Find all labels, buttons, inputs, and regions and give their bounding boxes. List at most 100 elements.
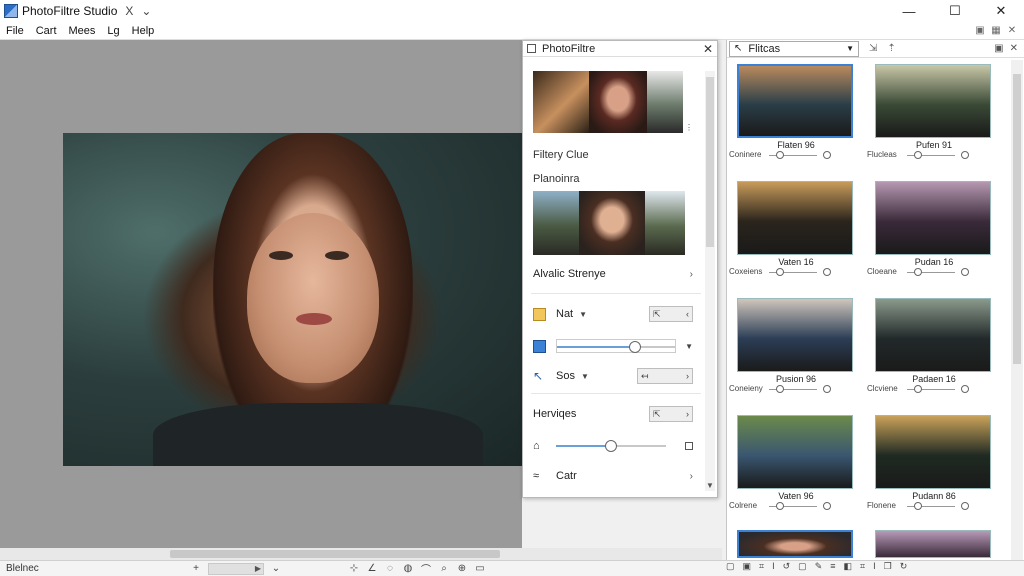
maximize-button[interactable]: ☐ xyxy=(932,0,978,22)
filter-preview[interactable] xyxy=(875,64,991,138)
herviqes-stepper[interactable]: ⇱ › xyxy=(649,406,693,422)
crop-icon[interactable]: ⌗ xyxy=(759,561,764,572)
nat-stepper[interactable]: ⇱ ‹ xyxy=(649,306,693,322)
filter-preview[interactable] xyxy=(875,415,991,489)
filter-control[interactable]: Flonene xyxy=(865,501,1003,510)
list-icon[interactable]: ≡ xyxy=(830,561,835,572)
preset-thumb-1[interactable] xyxy=(533,71,589,133)
preset-thumbnails-bottom[interactable] xyxy=(533,191,685,255)
filter-slider[interactable] xyxy=(769,501,817,510)
reset-icon[interactable] xyxy=(961,501,969,510)
filter-tile[interactable]: Pufen 91 Flucleas xyxy=(865,64,1003,159)
portrait-photo[interactable] xyxy=(63,133,522,466)
crosshair-icon[interactable]: + xyxy=(190,563,202,575)
lasso-icon[interactable]: ◌ xyxy=(384,563,396,575)
filter-preview[interactable] xyxy=(737,64,853,138)
reset-icon[interactable] xyxy=(961,150,969,159)
preset-thumb-3[interactable] xyxy=(647,71,683,133)
preset-thumb-6[interactable] xyxy=(645,191,685,255)
preset-thumbnails-top[interactable] xyxy=(533,71,683,133)
filter-tile[interactable]: Pusion 96 Coneieny xyxy=(727,298,865,393)
close-doc-icon[interactable]: ✕ xyxy=(1006,25,1018,37)
mask-icon[interactable]: ◧ xyxy=(844,561,853,572)
chevron-down-icon[interactable]: ⌄ xyxy=(141,4,151,18)
menu-cart[interactable]: Cart xyxy=(30,25,63,37)
panel-vertical-scrollbar[interactable]: ▼ xyxy=(705,71,715,491)
pin-icon[interactable]: ⇲ xyxy=(869,43,877,54)
filter-preview[interactable] xyxy=(737,181,853,255)
filter-tile[interactable]: Padaen 16 Clcviene xyxy=(865,298,1003,393)
stamp-icon[interactable]: ◍ xyxy=(402,563,414,575)
slider-knob[interactable] xyxy=(776,384,785,393)
close-button[interactable]: ✕ xyxy=(978,0,1024,22)
slider-knob[interactable] xyxy=(628,341,641,353)
filter-slider[interactable] xyxy=(907,150,955,159)
filter-slider[interactable] xyxy=(769,150,817,159)
drop-icon[interactable]: ⌒ xyxy=(420,563,432,576)
search-icon[interactable]: ⌕ xyxy=(438,563,450,575)
image-icon[interactable]: ▣ xyxy=(743,561,752,572)
dropdown-arrow-icon[interactable]: ▼ xyxy=(579,310,587,319)
square-icon[interactable]: ▢ xyxy=(798,561,807,572)
row-herviqes[interactable]: Herviqes ⇱ › xyxy=(533,405,693,423)
preset-thumb-5[interactable] xyxy=(579,191,645,255)
more-icon[interactable]: ⋮ xyxy=(685,123,693,132)
move-icon[interactable]: ⊹ xyxy=(348,563,360,575)
row-slider-1[interactable]: ▼ xyxy=(533,337,693,355)
filters-vertical-scrollbar[interactable] xyxy=(1011,60,1023,560)
reset-icon[interactable] xyxy=(823,267,831,276)
canvas-area[interactable] xyxy=(0,40,522,548)
text-icon[interactable]: I xyxy=(772,561,775,572)
scroll-down-icon[interactable]: ▼ xyxy=(705,481,715,490)
undo-icon[interactable]: ↺ xyxy=(783,561,791,572)
row-alvalic-strenye[interactable]: Alvalic Strenye › xyxy=(533,265,693,283)
refresh-icon[interactable]: ↻ xyxy=(900,561,908,572)
filter-control[interactable]: Colrene xyxy=(727,501,865,510)
crop-icon[interactable]: ⌗ xyxy=(860,561,865,572)
minimize-button[interactable]: — xyxy=(886,0,932,22)
menu-lg[interactable]: Lg xyxy=(101,25,125,37)
filter-tile[interactable]: Flaten 96 Coninere xyxy=(727,64,865,159)
panel-close-icon[interactable]: ✕ xyxy=(703,42,713,56)
scrollbar-thumb[interactable] xyxy=(1013,74,1021,364)
filter-control[interactable]: Coneieny xyxy=(727,384,865,393)
filter-preview[interactable] xyxy=(737,415,853,489)
slider-1[interactable] xyxy=(556,339,676,353)
menu-mees[interactable]: Mees xyxy=(63,25,102,37)
canvas-horizontal-scrollbar[interactable] xyxy=(0,548,722,560)
chevron-down-icon[interactable]: ⌄ xyxy=(270,563,282,575)
reset-icon[interactable] xyxy=(961,267,969,276)
menu-file[interactable]: File xyxy=(0,25,30,37)
scrollbar-thumb[interactable] xyxy=(706,77,714,247)
filter-tile-partial[interactable] xyxy=(875,530,991,558)
filter-control[interactable]: Coxeiens xyxy=(727,267,865,276)
color-swatch-icon[interactable] xyxy=(533,307,546,321)
filter-control[interactable]: Cloeane xyxy=(865,267,1003,276)
filter-slider[interactable] xyxy=(907,501,955,510)
line-icon[interactable]: ∠ xyxy=(366,563,378,575)
slider-knob[interactable] xyxy=(776,267,785,276)
row-sos[interactable]: ↖ Sos ▼ ↤ › xyxy=(533,367,693,385)
square-icon[interactable] xyxy=(685,442,693,450)
filters-combo[interactable]: ↖ Flitcas ▼ xyxy=(729,40,859,57)
filter-slider[interactable] xyxy=(907,267,955,276)
slider-knob[interactable] xyxy=(914,501,923,510)
dropdown-arrow-icon[interactable]: ▼ xyxy=(581,372,589,381)
copy-icon[interactable]: ❐ xyxy=(884,561,892,572)
row-slider-2[interactable]: ⌂ xyxy=(533,437,693,455)
grid-icon[interactable]: ▦ xyxy=(990,25,1002,37)
filter-slider[interactable] xyxy=(769,384,817,393)
filter-control[interactable]: Flucleas xyxy=(865,150,1003,159)
restore-icon[interactable]: ▣ xyxy=(994,43,1003,54)
filter-tile[interactable]: Pudann 86 Flonene xyxy=(865,415,1003,510)
title-close-tab-icon[interactable]: X xyxy=(125,4,133,18)
chevron-right-icon[interactable]: › xyxy=(690,471,693,482)
filter-tile[interactable]: Vaten 16 Coxeiens xyxy=(727,181,865,276)
preset-thumb-4[interactable] xyxy=(533,191,579,255)
filter-tile[interactable]: Vaten 96 Colrene xyxy=(727,415,865,510)
slider-knob[interactable] xyxy=(605,440,617,452)
filter-preview[interactable] xyxy=(875,298,991,372)
panel-close-icon[interactable]: ✕ xyxy=(1010,43,1018,54)
reset-icon[interactable] xyxy=(823,150,831,159)
slider-knob[interactable] xyxy=(914,384,923,393)
